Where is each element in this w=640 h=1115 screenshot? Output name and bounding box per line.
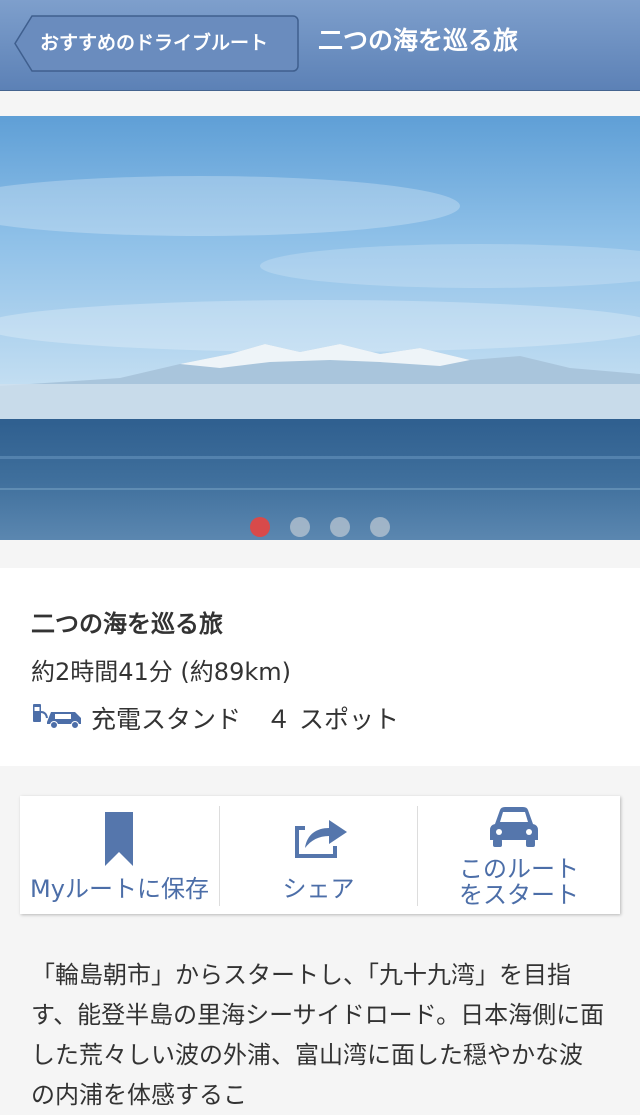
- pager-dot[interactable]: [290, 517, 310, 537]
- route-name: 二つの海を巡る旅: [31, 610, 223, 638]
- share-icon: [295, 820, 347, 858]
- save-route-button[interactable]: Myルートに保存: [20, 796, 219, 914]
- route-info: 二つの海を巡る旅 約2時間41分 (約89km) 充電スタンド ４ スポット: [0, 568, 640, 766]
- pager-dot[interactable]: [250, 517, 270, 537]
- route-photo[interactable]: [0, 116, 640, 540]
- bookmark-icon: [105, 812, 133, 866]
- start-route-label-line2: をスタート: [459, 881, 579, 909]
- navigation-bar: おすすめのドライブルート 二つの海を巡る旅: [0, 0, 640, 91]
- start-route-button[interactable]: このルート をスタート: [418, 796, 620, 914]
- route-description: 「輪島朝市」からスタートし、「九十九湾」を目指す、能登半島の里海シーサイドロード…: [31, 961, 605, 1109]
- photo-pager[interactable]: [0, 515, 640, 539]
- start-route-label-line1: このルート: [459, 855, 579, 883]
- pager-dot[interactable]: [370, 517, 390, 537]
- save-route-label: Myルートに保存: [30, 875, 209, 903]
- ev-charger-label: 充電スタンド ４ スポット: [91, 705, 399, 734]
- back-button-label: おすすめのドライブルート: [40, 32, 269, 54]
- action-bar: Myルートに保存 シェア このルート をスタート: [20, 796, 620, 914]
- back-button[interactable]: おすすめのドライブルート: [14, 15, 299, 72]
- car-icon: [490, 807, 538, 847]
- share-label: シェア: [282, 875, 355, 903]
- ev-charger-car-icon: [33, 704, 81, 729]
- sea-mountain-photo: [0, 116, 640, 540]
- route-duration-distance: 約2時間41分 (約89km): [31, 658, 291, 686]
- page-title: 二つの海を巡る旅: [318, 26, 519, 55]
- share-button[interactable]: シェア: [220, 796, 417, 914]
- pager-dot[interactable]: [330, 517, 350, 537]
